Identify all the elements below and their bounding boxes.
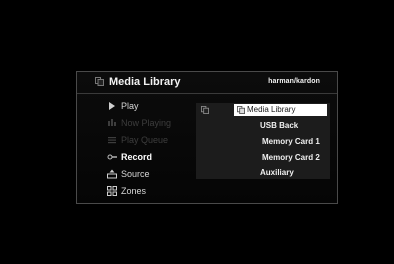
source-item-label: USB Back	[260, 121, 299, 130]
zones-icon	[107, 186, 117, 196]
source-item-media-library[interactable]: Media Library	[196, 103, 330, 117]
source-item-label: Memory Card 1	[262, 137, 320, 146]
source-item-label: Auxiliary	[260, 168, 294, 177]
menu-item-label: Source	[121, 169, 150, 179]
menu-item-label: Zones	[121, 186, 147, 196]
source-item-memory-card-1[interactable]: Memory Card 1	[196, 135, 330, 149]
menu-item-source[interactable]: Source	[107, 167, 195, 181]
menu-item-zones[interactable]: Zones	[107, 184, 195, 198]
menu-item-label: Play Queue	[121, 135, 169, 145]
menu-item-label: Record	[121, 152, 153, 162]
brand-logo: harman/kardon	[268, 78, 320, 85]
play-icon	[109, 102, 115, 110]
source-list: Media Library USB Back Memory Card 1 Mem…	[196, 103, 330, 179]
menu-item-play[interactable]: Play	[107, 99, 195, 113]
source-item-auxiliary[interactable]: Auxiliary	[196, 166, 330, 180]
menu-item-play-queue: Play Queue	[107, 133, 195, 147]
source-icon	[107, 169, 117, 179]
source-item-memory-card-2[interactable]: Memory Card 2	[196, 151, 330, 165]
menu-item-label: Now Playing	[121, 118, 172, 128]
source-selected-highlight[interactable]: Media Library	[234, 104, 327, 116]
media-library-icon	[237, 106, 245, 114]
source-item-label: Memory Card 2	[262, 153, 320, 162]
media-library-icon	[95, 77, 104, 86]
source-item-usb-back[interactable]: USB Back	[196, 119, 330, 133]
tv-screen: Media Library harman/kardon Play Now Pla…	[0, 0, 394, 264]
source-item-label: Media Library	[247, 105, 296, 114]
now-playing-icon	[108, 119, 116, 126]
menu-item-record[interactable]: Record	[107, 150, 195, 164]
media-library-panel: Media Library harman/kardon Play Now Pla…	[76, 71, 338, 204]
menu-item-label: Play	[121, 101, 139, 111]
panel-header: Media Library harman/kardon	[77, 72, 337, 94]
menu-item-now-playing: Now Playing	[107, 116, 195, 130]
page-title: Media Library	[109, 76, 181, 88]
media-library-icon	[201, 106, 209, 114]
play-queue-icon	[108, 137, 116, 144]
record-icon	[107, 154, 117, 160]
